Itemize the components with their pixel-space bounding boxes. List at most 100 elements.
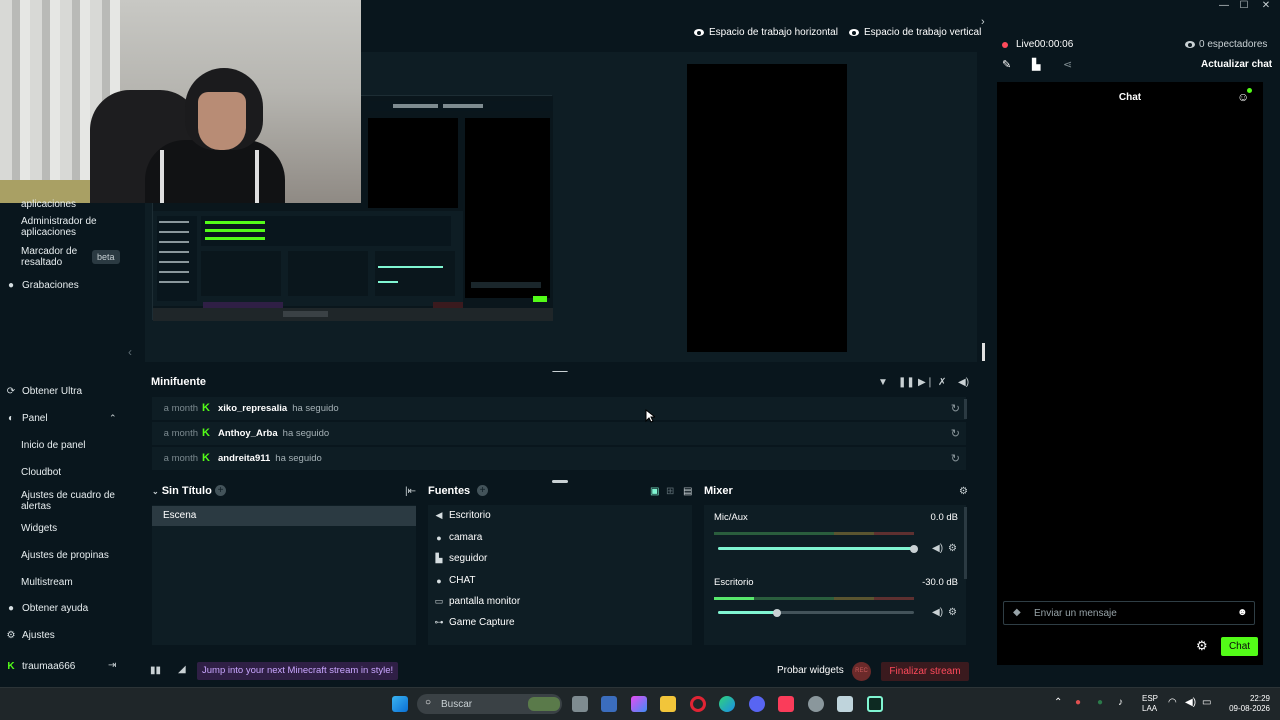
volume-slider-thumb[interactable] [910,545,918,553]
minimize-button[interactable]: — [1214,0,1234,12]
replay-icon[interactable]: ↻ [951,427,960,440]
mixer-panel [704,505,966,645]
volume-icon[interactable]: ◀) [932,607,943,618]
volume-meter [714,532,914,535]
task-view-icon[interactable] [572,696,588,712]
test-widgets-button[interactable]: Probar widgets [777,665,844,676]
refresh-chat-button[interactable]: Actualizar chat [1201,59,1272,70]
sidebar-item-highlighter[interactable]: Marcador de resaltado [21,246,91,268]
windows-start-icon[interactable] [392,696,408,712]
sidebar-item-dashboard-home[interactable]: Inicio de panel [21,440,86,451]
record-button[interactable]: REC [852,662,871,681]
folder-icon[interactable]: ▤ [683,486,692,497]
logout-icon[interactable]: ⇥ [108,660,116,671]
settings-app-icon[interactable] [808,696,824,712]
tray-app-icon[interactable]: ● [1075,697,1081,708]
widgets-icon[interactable] [601,696,617,712]
chevron-right-icon[interactable]: › [981,16,985,28]
sidebar-item-multistream[interactable]: Multistream [21,577,73,588]
clips-icon[interactable]: ▙ [1032,58,1040,71]
opera-icon[interactable] [690,696,706,712]
performance-icon[interactable]: ▮▮ [150,665,161,676]
copilot-icon[interactable] [631,696,647,712]
source-item[interactable]: ● camara [434,532,482,543]
sidebar-item-alertbox[interactable]: Ajustes de cuadro de alertas [21,490,121,512]
gear-icon[interactable]: ⚙ [959,486,968,497]
source-item[interactable]: ▙ seguidor [434,553,488,564]
sidebar-item-tips[interactable]: Ajustes de propinas [21,550,109,561]
resize-handle[interactable] [552,480,568,483]
mute-alerts-icon[interactable]: ✗ [938,377,946,388]
source-item[interactable]: ◀ Escritorio [434,510,491,521]
skip-icon[interactable]: ▶❘ [918,377,934,388]
sidebar-item-panel[interactable]: ◐ Panel [6,413,48,424]
sidebar-item-settings[interactable]: ⚙ Ajustes [6,630,55,641]
gear-icon[interactable]: ⚙ [1196,638,1208,654]
chevron-up-icon[interactable]: ⌃ [1054,697,1062,708]
chat-message-input[interactable]: Enviar un mensaje [1003,601,1255,625]
sidebar-item-recordings[interactable]: ● Grabaciones [6,280,79,291]
close-button[interactable]: ✕ [1256,0,1276,12]
workspace-horizontal-button[interactable]: Espacio de trabajo horizontal [694,27,838,38]
tray-app-icon[interactable]: ● [1097,697,1103,708]
sidebar-item-app-manager[interactable]: Administrador de aplicaciones [21,216,121,238]
sidebar-item-help[interactable]: ● Obtener ayuda [6,603,88,614]
scrollbar[interactable] [964,507,967,579]
share-icon[interactable]: ⋖ [1063,58,1072,71]
source-item[interactable]: ▭ pantalla monitor [434,596,520,607]
edit-stream-icon[interactable]: ✎ [1002,58,1011,71]
source-item[interactable]: ⊶ Game Capture [434,617,515,628]
emoji-icon[interactable]: ☻ [1237,607,1248,618]
workspace-vertical-button[interactable]: Espacio de trabajo vertical [849,27,981,38]
collapse-sidebar-icon[interactable]: ‹ [128,345,132,359]
volume-slider-thumb[interactable] [773,609,781,617]
replay-icon[interactable]: ↻ [951,452,960,465]
volume-icon[interactable]: ◀) [932,543,943,554]
source-label: seguidor [449,553,488,564]
send-chat-button[interactable]: Chat [1221,637,1258,656]
wifi-icon[interactable]: ◠ [1168,697,1177,708]
add-source-icon[interactable]: + [477,485,488,496]
source-item[interactable]: ● CHAT [434,575,475,586]
replay-icon[interactable]: ↻ [951,402,960,415]
scenes-title[interactable]: ⌄ Sin Título [152,485,212,497]
discord-icon[interactable] [749,696,765,712]
pause-icon[interactable]: ❚❚ [898,377,915,388]
volume-icon[interactable]: ◀) [958,377,969,388]
source-label: pantalla monitor [449,596,521,607]
transition-icon[interactable]: |⇤ [405,486,416,497]
maximize-button[interactable]: ☐ [1234,0,1254,12]
notepad-icon[interactable] [837,696,853,712]
gear-icon[interactable]: ⚙ [948,543,957,554]
gear-icon[interactable]: ⚙ [948,607,957,618]
selective-recording-icon[interactable]: ▣ [650,486,659,497]
filter-icon[interactable]: ▼ [878,377,888,388]
streamlabs-icon[interactable] [867,696,883,712]
sidebar-item-widgets[interactable]: Widgets [21,523,57,534]
language-indicator[interactable]: ESP LAA [1142,694,1158,714]
microphone-icon[interactable]: ♪ [1118,697,1123,708]
user-account[interactable]: K traumaa666 [6,661,75,672]
display-resize-handle[interactable] [982,343,985,361]
event-user: andreita911 [218,453,271,464]
add-scene-icon[interactable]: + [215,485,226,496]
sidebar-item-cloudbot[interactable]: Cloudbot [21,467,61,478]
scrollbar[interactable] [964,399,967,419]
volume-icon[interactable]: ◀) [1185,697,1196,708]
battery-icon[interactable]: ▭ [1202,697,1211,708]
end-stream-button[interactable]: Finalizar stream [881,662,969,681]
scene-collection-name: Sin Título [161,485,212,497]
group-icon[interactable]: ⊞ [666,486,674,497]
scene-item[interactable]: Escena [152,506,416,526]
chevron-up-icon[interactable]: ⌃ [109,413,117,424]
source-label: CHAT [449,575,476,586]
edge-icon[interactable] [719,696,735,712]
music-icon[interactable] [778,696,794,712]
sidebar-item-aplicaciones[interactable]: aplicaciones [21,199,76,210]
sidebar-item-ultra[interactable]: ⟳ Obtener Ultra [6,386,82,397]
promo-banner[interactable]: Jump into your next Minecraft stream in … [197,662,399,680]
shield-icon[interactable]: ◆ [1013,607,1021,618]
file-explorer-icon[interactable] [660,696,676,712]
clock[interactable]: 22:29 09-08-2026 [1222,694,1270,714]
vertical-canvas[interactable] [687,64,847,352]
